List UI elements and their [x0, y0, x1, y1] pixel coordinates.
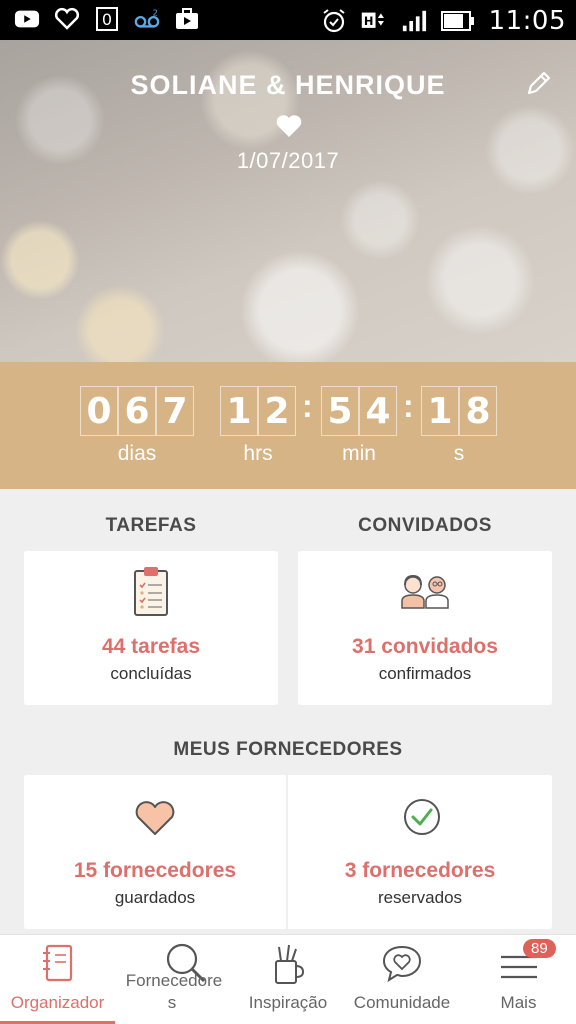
vendors-heading: MEUS FORNECEDORES: [173, 739, 403, 760]
tasks-card[interactable]: 44 tarefas concluídas: [24, 551, 278, 705]
chat-heart-icon: [382, 945, 422, 983]
nav-community[interactable]: Comunidade: [343, 935, 461, 1024]
battery-icon: [440, 8, 475, 34]
voicemail-icon: 2: [134, 6, 160, 32]
nav-more[interactable]: 89 Mais: [461, 935, 576, 1024]
nav-more-label: Mais: [500, 993, 537, 1012]
nav-organizer-label: Organizador: [10, 993, 105, 1012]
guests-heading: CONVIDADOS: [358, 515, 492, 536]
days-label: dias: [117, 442, 157, 465]
guests-sub: confirmados: [378, 664, 472, 683]
notebook-icon: [42, 944, 72, 982]
tasks-sub: concluídas: [110, 664, 192, 683]
couple-names: SOLIANE & HENRIQUE: [130, 70, 446, 100]
nav-inspiration[interactable]: Inspiração: [233, 935, 343, 1024]
nav-vendors-label-wrap: s: [167, 993, 177, 1012]
nav-organizer[interactable]: Organizador: [0, 935, 115, 1024]
seconds-digit: 8: [459, 386, 497, 436]
heart-icon: [135, 801, 175, 835]
tasks-heading: TAREFAS: [105, 515, 197, 536]
tasks-count: 44 tarefas: [101, 635, 201, 658]
clipboard-icon: [134, 567, 168, 616]
hours-digit: 2: [258, 386, 296, 436]
saved-vendors-card[interactable]: 15 fornecedores guardados: [24, 775, 286, 929]
days-digit: 7: [156, 386, 194, 436]
guests-count: 31 convidados: [352, 635, 498, 658]
seconds-digit: 1: [421, 386, 459, 436]
countdown-panel: 0 6 7 dias 1 2 hrs : 5 4 min : 1 8 s: [0, 362, 576, 489]
guests-icon: [401, 574, 449, 609]
status-bar: 0 2 H 11:05: [0, 0, 576, 40]
booked-vendors-count: 3 fornecedores: [344, 859, 496, 882]
briefcase-icon: [174, 6, 200, 32]
alarm-icon: [321, 8, 347, 34]
nav-vendors-label: Fornecedore: [125, 971, 223, 990]
nav-community-label: Comunidade: [353, 993, 451, 1012]
zero-icon: 0: [94, 6, 120, 32]
svg-text:2: 2: [153, 7, 158, 17]
minutes-label: min: [342, 442, 376, 465]
days-digit: 6: [118, 386, 156, 436]
svg-text:0: 0: [102, 10, 112, 29]
booked-vendors-sub: reservados: [377, 888, 463, 907]
colon-separator: :: [302, 388, 313, 424]
booked-vendors-card[interactable]: 3 fornecedores reservados: [288, 775, 552, 929]
nav-vendors[interactable]: Fornecedore s: [115, 935, 233, 1024]
saved-vendors-count: 15 fornecedores: [73, 859, 237, 882]
youtube-icon: [14, 6, 40, 32]
minutes-digit: 5: [321, 386, 359, 436]
wedding-date: 1/07/2017: [236, 148, 340, 173]
seconds-label: s: [453, 442, 465, 465]
pencil-cup-icon: [275, 944, 305, 984]
guests-card[interactable]: 31 convidados confirmados: [298, 551, 552, 705]
signal-bars-icon: [401, 8, 427, 34]
heart-outline-icon: [54, 6, 80, 32]
notification-badge: 89: [523, 939, 556, 958]
heart-icon: [276, 115, 302, 137]
saved-vendors-sub: guardados: [114, 888, 196, 907]
minutes-digit: 4: [359, 386, 397, 436]
h-signal-icon: H: [361, 8, 387, 34]
edit-icon[interactable]: [524, 68, 554, 98]
nav-inspiration-label: Inspiração: [248, 993, 328, 1012]
hours-digit: 1: [220, 386, 258, 436]
colon-separator: :: [403, 388, 414, 424]
bottom-navigation: Organizador Fornecedore s Inspiração Com…: [0, 934, 576, 1024]
check-circle-icon: [404, 799, 440, 835]
status-time: 11:05: [488, 6, 566, 36]
days-digit: 0: [80, 386, 118, 436]
hero-banner: SOLIANE & HENRIQUE 1/07/2017: [0, 40, 576, 362]
hours-label: hrs: [243, 442, 273, 465]
svg-text:H: H: [363, 14, 373, 28]
